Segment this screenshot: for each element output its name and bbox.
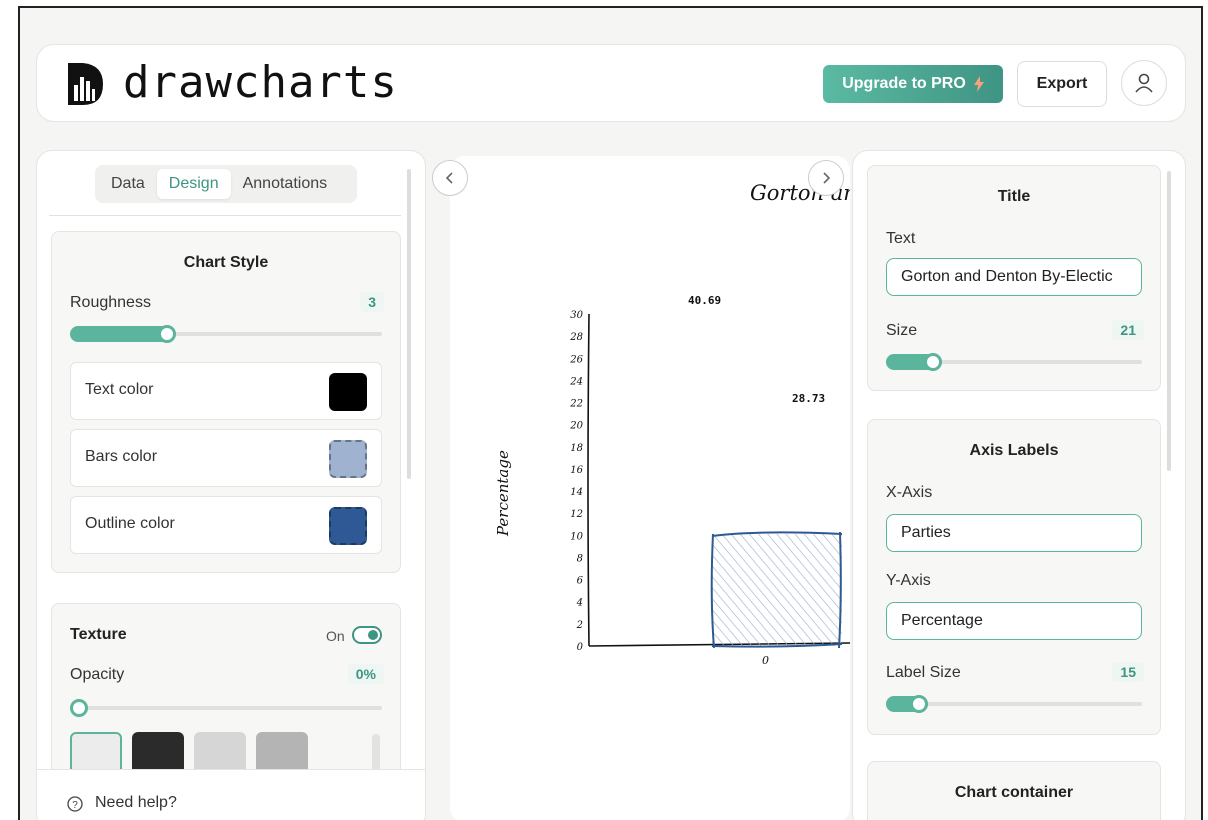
bars-color-label: Bars color	[85, 448, 158, 465]
opacity-value: 0%	[347, 664, 384, 684]
y-tick-label: 12	[570, 509, 583, 520]
y-tick-label: 4	[576, 598, 583, 609]
tabs-divider	[49, 215, 401, 216]
lightning-icon	[973, 76, 984, 92]
text-color-row[interactable]: Text color	[70, 362, 382, 420]
roughness-slider-fill	[70, 326, 170, 342]
svg-text:?: ?	[72, 800, 78, 811]
y-tick-label: 26	[569, 354, 583, 365]
outline-color-swatch[interactable]	[329, 507, 367, 545]
design-panel: Data Design Annotations Chart Style Roug…	[36, 150, 426, 820]
opacity-slider-handle[interactable]	[70, 699, 88, 717]
label-size-slider[interactable]	[886, 695, 1142, 713]
title-text-value: Gorton and Denton By-Electic	[901, 268, 1113, 285]
axis-labels-heading: Axis Labels	[969, 442, 1059, 459]
roughness-slider-handle[interactable]	[158, 325, 176, 343]
help-label: Need help?	[95, 794, 177, 811]
chart-style-title: Chart Style	[183, 254, 269, 271]
bars-color-swatch[interactable]	[329, 440, 367, 478]
right-scrollbar[interactable]	[1167, 171, 1171, 471]
roughness-label: Roughness	[70, 294, 151, 311]
collapse-right-button[interactable]	[808, 160, 844, 196]
export-button[interactable]: Export	[1017, 61, 1107, 107]
tab-design[interactable]: Design	[156, 169, 231, 199]
help-bar[interactable]: ? Need help?	[37, 769, 425, 820]
y-tick-label: 28	[569, 332, 583, 343]
texture-state: On	[326, 628, 345, 644]
texture-toggle[interactable]	[352, 626, 382, 644]
tab-data[interactable]: Data	[99, 169, 157, 199]
settings-panel: Title Text Gorton and Denton By-Electic …	[852, 150, 1186, 820]
texture-label: Texture	[70, 626, 127, 643]
y-tick-label: 20	[569, 421, 583, 432]
help-icon: ?	[67, 796, 83, 812]
y-axis-line	[587, 313, 590, 647]
roughness-slider[interactable]	[70, 325, 382, 343]
chart-container-heading: Chart container	[954, 784, 1074, 801]
roughness-value: 3	[360, 292, 384, 312]
y-tick-label: 22	[569, 399, 583, 410]
app-window: drawcharts Upgrade to PRO Export Data De…	[18, 6, 1203, 820]
y-tick-label: 18	[570, 443, 583, 454]
x-axis-value: Parties	[901, 524, 951, 541]
left-scrollbar[interactable]	[407, 169, 411, 479]
drawcharts-logo-icon	[68, 63, 103, 105]
y-tick-label: 14	[570, 487, 583, 498]
upgrade-pro-button[interactable]: Upgrade to PRO	[823, 65, 1003, 103]
title-size-slider[interactable]	[886, 353, 1142, 371]
outline-color-row[interactable]: Outline color	[70, 496, 382, 554]
title-text-label: Text	[886, 230, 916, 247]
title-size-value: 21	[1112, 320, 1144, 340]
tab-annotations[interactable]: Annotations	[231, 169, 340, 199]
y-tick-labels: 024681012141618202224262830	[569, 310, 583, 653]
upgrade-pro-label: Upgrade to PRO	[842, 75, 966, 92]
outline-color-label: Outline color	[85, 515, 175, 532]
label-size-label: Label Size	[886, 664, 961, 681]
opacity-slider[interactable]	[70, 699, 382, 717]
label-size-value: 15	[1112, 662, 1144, 682]
bars-color-row[interactable]: Bars color	[70, 429, 382, 487]
data-label: 40.69	[688, 294, 721, 307]
opacity-label: Opacity	[70, 666, 125, 683]
y-tick-label: 16	[570, 465, 583, 476]
brand-name: drawcharts	[123, 57, 398, 108]
text-color-swatch[interactable]	[329, 373, 367, 411]
chart-canvas: Gorton and Denton By-Election Percentage…	[450, 156, 850, 820]
chart-container-card: Chart container	[867, 761, 1161, 820]
y-tick-label: 30	[570, 310, 583, 321]
title-size-slider-handle[interactable]	[924, 353, 942, 371]
title-card: Title Text Gorton and Denton By-Electic …	[867, 165, 1161, 391]
y-tick-label: 2	[576, 620, 583, 631]
y-tick-label: 10	[570, 531, 583, 542]
axis-labels-card: Axis Labels X-Axis Parties Y-Axis Percen…	[867, 419, 1161, 735]
label-size-slider-handle[interactable]	[910, 695, 928, 713]
panel-tabs: Data Design Annotations	[95, 165, 357, 203]
y-tick-label: 24	[569, 376, 583, 387]
text-color-label: Text color	[85, 381, 154, 398]
y-tick-label: 8	[577, 553, 583, 564]
y-axis-value: Percentage	[901, 612, 983, 629]
title-size-label: Size	[886, 322, 918, 339]
title-section-heading: Title	[997, 188, 1031, 205]
user-icon	[1135, 73, 1153, 93]
bar	[712, 534, 842, 646]
x-axis-field-label: X-Axis	[886, 484, 933, 501]
x-tick-label: 0	[762, 654, 769, 667]
y-axis-label: Percentage	[494, 450, 512, 537]
title-text-input[interactable]: Gorton and Denton By-Electic	[886, 258, 1142, 296]
y-tick-label: 6	[577, 576, 584, 587]
data-label: 28.73	[792, 392, 825, 405]
chevron-right-icon	[823, 172, 831, 184]
top-header: drawcharts Upgrade to PRO Export	[36, 44, 1186, 122]
chevron-left-icon	[445, 172, 453, 184]
y-tick-label: 0	[577, 642, 584, 653]
chart-svg: Gorton and Denton By-Election Percentage…	[494, 181, 850, 667]
collapse-left-button[interactable]	[432, 160, 468, 196]
y-axis-input[interactable]: Percentage	[886, 602, 1142, 640]
chart-style-card: Chart Style Roughness 3 Text color Bars …	[51, 231, 401, 573]
x-axis-input[interactable]: Parties	[886, 514, 1142, 552]
y-axis-field-label: Y-Axis	[886, 572, 931, 589]
user-avatar-button[interactable]	[1121, 60, 1167, 106]
